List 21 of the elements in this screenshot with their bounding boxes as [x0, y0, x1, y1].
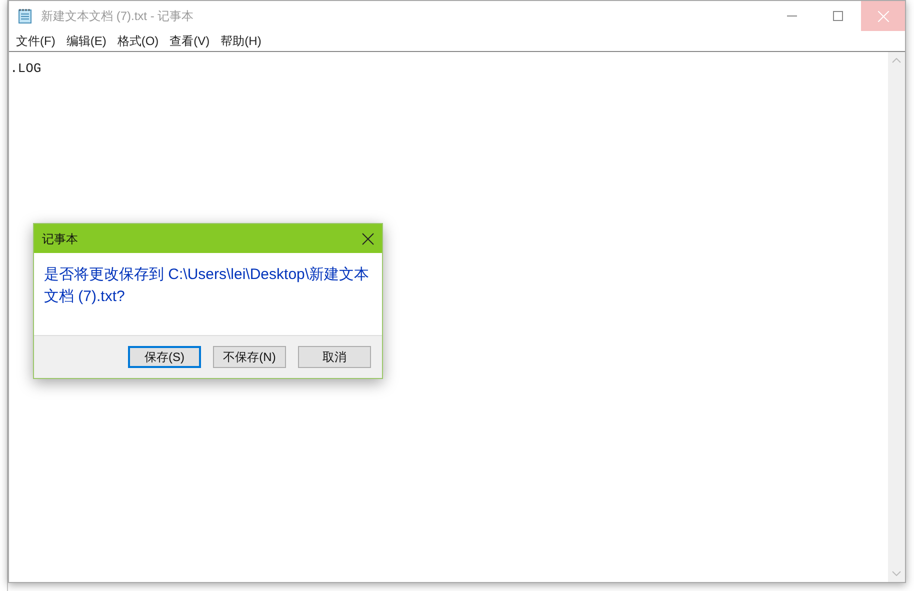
menu-item[interactable]: 文件(F)	[11, 31, 60, 51]
dialog-message: 是否将更改保存到 C:\Users\lei\Desktop\新建文本文档 (7).txt?	[44, 265, 370, 307]
dialog-button[interactable]: 取消	[298, 346, 371, 368]
menu-item[interactable]: 帮助(H)	[216, 31, 266, 51]
close-icon[interactable]	[362, 232, 374, 244]
window-title: 新建文本文档 (7).txt - 记事本	[41, 8, 195, 25]
menu-item[interactable]: 查看(V)	[164, 31, 215, 51]
dialog-button[interactable]: 保存(S)	[128, 346, 201, 368]
scrollbar[interactable]	[888, 52, 905, 582]
dialog-title: 记事本	[42, 230, 78, 248]
dialog-button[interactable]: 不保存(N)	[213, 346, 286, 368]
menu-item[interactable]: 格式(O)	[112, 31, 164, 51]
maximize-icon	[833, 11, 843, 21]
editor-text: .LOG	[10, 61, 42, 76]
close-button[interactable]	[861, 1, 905, 31]
scroll-down-icon[interactable]	[892, 571, 901, 576]
close-icon	[878, 10, 888, 22]
scroll-up-icon[interactable]	[892, 58, 901, 63]
minimize-icon	[787, 15, 797, 17]
menu-item[interactable]: 编辑(E)	[61, 31, 112, 51]
notepad-icon	[17, 8, 33, 24]
